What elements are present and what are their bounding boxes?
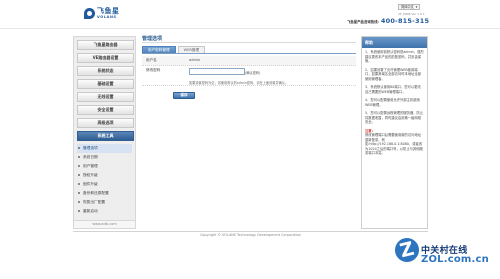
hotline-label: 飞鱼星产品咨询热线: bbox=[347, 20, 379, 24]
password-field-group: (确认密码) 如果设置密码为空，将使用默认的admin密码，请在上面设置并确认。 bbox=[187, 66, 356, 87]
submenu-license-upgrade[interactable]: 授权升级 bbox=[77, 171, 132, 180]
logo-chinese-text: 飞鱼星 bbox=[97, 7, 120, 15]
help-title: 帮助 bbox=[362, 37, 427, 48]
language-select-value: 简体中文 bbox=[401, 5, 414, 9]
sidebar-website-link[interactable]: www.adsl.com bbox=[73, 221, 136, 229]
volans-logo[interactable]: 飞鱼星 VOLANS bbox=[84, 7, 130, 21]
submenu-factory-reset[interactable]: 恢复出厂配置 bbox=[77, 198, 132, 207]
tab-web-management[interactable]: WEB管理 bbox=[177, 46, 206, 53]
watermark-english-text: ZOL.com.cn bbox=[421, 254, 489, 265]
zol-logo-icon: Z bbox=[392, 235, 422, 265]
sidebar-item-router[interactable]: 飞鱼星路由器 bbox=[77, 40, 134, 50]
system-tools-submenu: 管理选项 系统日期 用户管理 授权升级 固件升级 备份和还原配置 恢复出厂配置 … bbox=[77, 144, 132, 216]
submenu-management-options[interactable]: 管理选项 bbox=[77, 144, 132, 153]
save-button[interactable]: 保存 bbox=[173, 92, 195, 99]
header: 飞鱼星 VOLANS 简体中文 ▾ VF 2008 Ver 1 0 1 飞鱼星产… bbox=[0, 0, 500, 28]
chevron-down-icon: ▾ bbox=[415, 5, 418, 9]
management-tabs: 用户密码管理 WEB管理 bbox=[142, 46, 356, 54]
sidebar-item-ve-router-settings[interactable]: VE路由器设置 bbox=[77, 53, 134, 63]
username-label: 用户名 bbox=[146, 58, 157, 62]
submenu-reboot[interactable]: 重新启动 bbox=[77, 207, 132, 216]
header-divider bbox=[0, 28, 500, 29]
management-panel: 管理选项 用户密码管理 WEB管理 用户名 admin 修改密码 (确认密码) … bbox=[142, 36, 356, 229]
help-paragraph-1: 1、系统使用前默认密码是admin，强烈建议更改本产品的前登密码，并妥善保管。 bbox=[365, 50, 424, 63]
sidebar-item-system-tools[interactable]: 系统工具 bbox=[77, 131, 134, 141]
submenu-user-management[interactable]: 用户管理 bbox=[77, 162, 132, 171]
submenu-firmware-upgrade[interactable]: 固件升级 bbox=[77, 180, 132, 189]
language-select[interactable]: 简体中文 ▾ bbox=[398, 4, 421, 10]
help-paragraph-3: 3、系统默认使用80端口，您可以更改自己需要的WEB管理端口。 bbox=[365, 85, 421, 94]
sidebar-item-system-status[interactable]: 系统状态 bbox=[77, 66, 134, 76]
sidebar-nav: 飞鱼星路由器 VE路由器设置 系统状态 基础设置 无线设置 安全设置 高级选项 … bbox=[73, 36, 136, 221]
zol-watermark: Z 中关村在线 ZOL.com.cn bbox=[392, 235, 496, 277]
password-input[interactable] bbox=[189, 68, 245, 75]
help-warning-text: 修改管理端口后需要使用新的访问地址重新登录，例如:http://192.168.… bbox=[365, 133, 423, 155]
help-paragraph-5: 5、您可以配置远程管理的服务器，防止将数据泄露，同时建议启用第一级网络安全。 bbox=[365, 111, 424, 124]
tab-user-password[interactable]: 用户密码管理 bbox=[142, 46, 176, 53]
help-content: 1、系统使用前默认密码是admin，强烈建议更改本产品的前登密码，并妥善保管。 … bbox=[362, 48, 427, 158]
password-hint: 如果设置密码为空，将使用默认的admin密码，请在上面设置并确认。 bbox=[189, 81, 289, 85]
submenu-backup-restore[interactable]: 备份和还原配置 bbox=[77, 189, 132, 198]
submenu-system-date[interactable]: 系统日期 bbox=[77, 153, 132, 162]
sidebar-item-advanced-options[interactable]: 高级选项 bbox=[77, 118, 134, 128]
username-value: admin bbox=[189, 58, 201, 62]
volans-logo-icon bbox=[84, 8, 95, 19]
help-panel: 帮助 1、系统使用前默认密码是admin，强烈建议更改本产品的前登密码，并妥善保… bbox=[361, 36, 428, 229]
username-row: 用户名 admin bbox=[142, 56, 356, 66]
hotline-number: 400-815-315 bbox=[380, 17, 430, 25]
copyright-footer: Copyright © VOLANS Technology Developmen… bbox=[73, 231, 428, 239]
password-row: 修改密码 (确认密码) 如果设置密码为空，将使用默认的admin密码，请在上面设… bbox=[142, 66, 356, 86]
sidebar-item-wireless-settings[interactable]: 无线设置 bbox=[77, 92, 134, 102]
password-label: 修改密码 bbox=[146, 68, 161, 72]
help-paragraph-4: 4、您可以配置使用允许外部主机使用WEB管理。 bbox=[365, 98, 420, 107]
firmware-version: VF 2008 Ver 1 0 1 bbox=[398, 12, 425, 16]
sidebar-item-security-settings[interactable]: 安全设置 bbox=[77, 105, 134, 115]
confirm-password-note: (确认密码) bbox=[245, 71, 261, 75]
sidebar-item-basic-settings[interactable]: 基础设置 bbox=[77, 79, 134, 89]
logo-english-text: VOLANS bbox=[97, 15, 117, 19]
support-hotline: 飞鱼星产品咨询热线: 400-815-315 bbox=[347, 17, 429, 25]
page-title: 管理选项 bbox=[142, 36, 356, 43]
help-paragraph-2: 2、如果设置了允许管理WEB使用端口，如果其域名全部访问时本地址全部使用管理者。 bbox=[365, 67, 422, 81]
